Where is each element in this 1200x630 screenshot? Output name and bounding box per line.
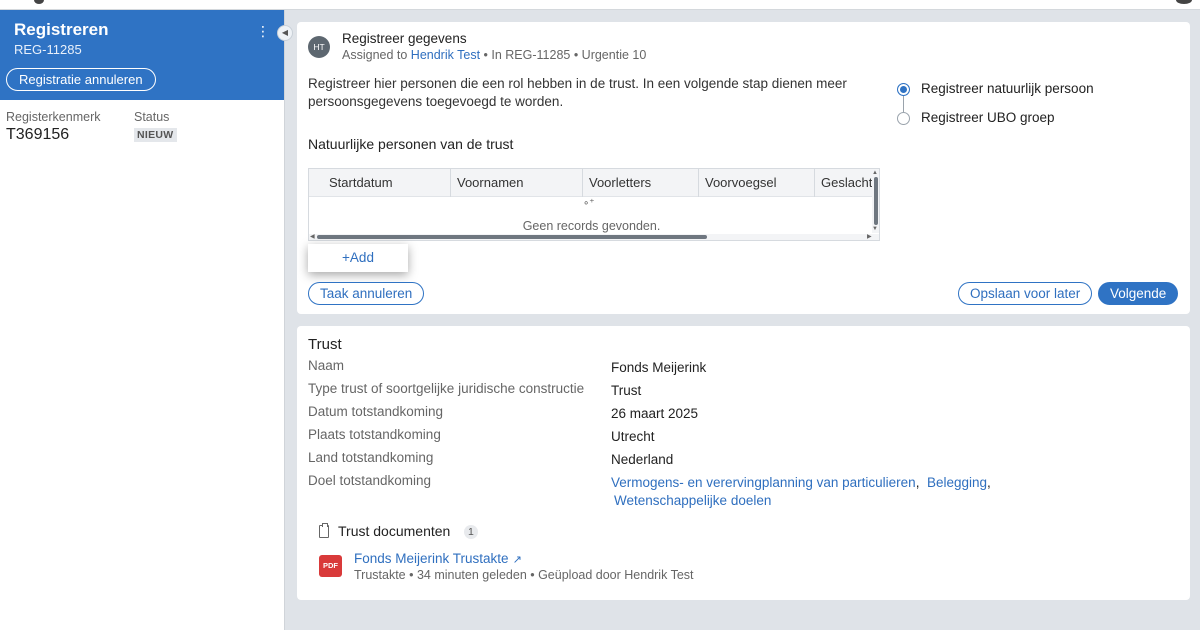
field-value: Utrecht: [611, 429, 655, 444]
document-name[interactable]: Fonds Meijerink Trustakte: [354, 551, 509, 566]
step-list: Registreer natuurlijk persoon Registreer…: [897, 80, 1094, 138]
field-label: Type trust of soortgelijke juridische co…: [308, 381, 585, 396]
step-inactive-radio-icon: [897, 112, 910, 125]
top-header-strip: [0, 0, 1200, 10]
documents-title: Trust documenten: [338, 523, 451, 539]
case-meta: Registerkenmerk T369156 Status NIEUW: [0, 100, 284, 144]
case-title: Registreren: [14, 20, 109, 39]
vertical-scroll-thumb[interactable]: [874, 177, 878, 225]
user-avatar[interactable]: [1176, 0, 1192, 4]
empty-message: Geen records gevonden.: [522, 219, 661, 233]
field-value: Fonds Meijerink: [611, 360, 707, 375]
document-link[interactable]: Fonds Meijerink Trustakte ↗: [354, 551, 522, 566]
field-label: Datum totstandkoming: [308, 404, 444, 419]
case-reference: REG-11285: [14, 42, 82, 57]
purpose-link[interactable]: Belegging: [927, 475, 987, 490]
add-person-button[interactable]: +Add: [308, 244, 408, 272]
pdf-icon: PDF: [319, 555, 342, 577]
purpose-values: Vermogens- en vererving­planning van par…: [611, 475, 991, 490]
scroll-up-icon[interactable]: ▲: [872, 170, 878, 176]
scroll-left-icon[interactable]: ◀: [310, 234, 315, 240]
task-title: Registreer gegevens: [342, 31, 467, 46]
table-header: Startdatum Voornamen Voorletters Voorvoe…: [309, 169, 879, 197]
task-meta-suffix: • In REG-11285 • Urgentie 10: [480, 48, 647, 62]
register-value: T369156: [6, 126, 70, 143]
status-label: Status: [134, 110, 170, 124]
case-header: Registreren REG-11285 ⋮ Registratie annu…: [0, 10, 293, 100]
assigned-prefix: Assigned to: [342, 48, 411, 62]
horizontal-scrollbar[interactable]: ◀ ▶: [309, 234, 879, 240]
field-label: Land totstandkoming: [308, 450, 434, 465]
horizontal-scroll-thumb[interactable]: [317, 235, 707, 239]
field-label: Doel totstandkoming: [308, 473, 432, 488]
column-header[interactable]: Voorvoegsel: [699, 169, 815, 197]
status-badge: NIEUW: [134, 128, 177, 142]
task-meta: Assigned to Hendrik Test • In REG-11285 …: [342, 48, 646, 62]
step-natural-person[interactable]: Registreer natuurlijk persoon: [897, 80, 1094, 109]
assignee-link[interactable]: Hendrik Test: [411, 48, 480, 62]
collapse-panel-icon[interactable]: ◀: [277, 25, 293, 41]
left-panel: Registreren REG-11285 ⋮ Registratie annu…: [0, 10, 293, 630]
column-header[interactable]: Voorletters: [583, 169, 699, 197]
cancel-registration-button[interactable]: Registratie annuleren: [6, 68, 156, 91]
task-card: HT Registreer gegevens Assigned to Hendr…: [297, 22, 1190, 314]
trust-card: Trust Naam Fonds Meijerink Type trust of…: [297, 326, 1190, 600]
save-later-button[interactable]: Opslaan voor later: [958, 282, 1093, 305]
trust-title: Trust: [308, 336, 342, 353]
persons-section-title: Natuurlijke personen van de trust: [308, 136, 514, 152]
vertical-scrollbar[interactable]: ▲ ▼: [872, 169, 879, 233]
step-ubo-group[interactable]: Registreer UBO groep: [897, 109, 1094, 138]
field-value: Nederland: [611, 452, 674, 467]
field-label: Plaats totstandkoming: [308, 427, 441, 442]
purpose-link[interactable]: Vermogens- en vererving­planning van par…: [611, 475, 916, 490]
task-description: Registreer hier personen die een rol heb…: [308, 76, 847, 109]
scroll-right-icon[interactable]: ▶: [867, 234, 872, 240]
clipboard-icon: [319, 523, 329, 538]
step-active-radio-icon: [897, 83, 910, 96]
field-value: Trust: [611, 383, 642, 398]
header-fragment: [34, 0, 44, 4]
more-options-icon[interactable]: ⋮: [256, 24, 270, 38]
documents-count-badge: 1: [464, 525, 478, 539]
column-header[interactable]: Voornamen: [451, 169, 583, 197]
cancel-task-button[interactable]: Taak annuleren: [308, 282, 425, 305]
field-value: 26 maart 2025: [611, 406, 699, 421]
empty-state-icon: ∘⁺: [583, 198, 595, 209]
scroll-down-icon[interactable]: ▼: [872, 226, 878, 232]
purpose-values-line2: Wetenschappelijke doelen: [614, 493, 771, 508]
step-label: Registreer natuurlijk persoon: [921, 81, 1094, 96]
persons-table: Startdatum Voornamen Voorletters Voorvoe…: [308, 168, 880, 241]
column-header[interactable]: Startdatum: [309, 169, 451, 197]
field-label: Naam: [308, 358, 345, 373]
assignee-avatar: HT: [308, 36, 330, 58]
column-header[interactable]: Geslachtsnaam: [815, 169, 879, 197]
next-button[interactable]: Volgende: [1098, 282, 1179, 305]
register-label: Registerkenmerk: [6, 110, 101, 124]
purpose-link[interactable]: Wetenschappelijke doelen: [614, 493, 771, 508]
step-label: Registreer UBO groep: [921, 110, 1055, 125]
document-meta: Trustakte • 34 minuten geleden • Geüploa…: [354, 568, 694, 582]
external-link-icon[interactable]: ↗: [513, 553, 522, 566]
